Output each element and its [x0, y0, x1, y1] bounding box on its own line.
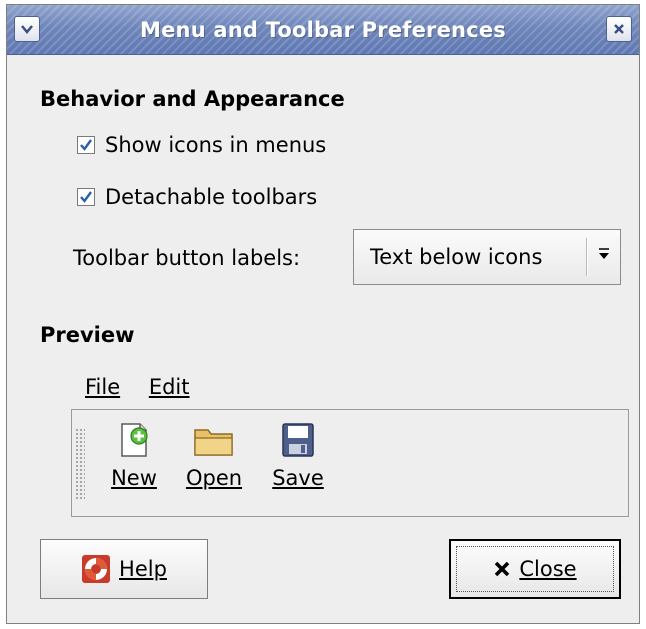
focus-ring — [456, 546, 614, 592]
preview-heading: Preview — [40, 323, 135, 347]
window-close-button[interactable] — [606, 16, 632, 42]
menu-file[interactable]: File — [85, 375, 120, 399]
new-document-icon — [121, 423, 148, 457]
check-icon — [80, 139, 92, 151]
show-icons-label: Show icons in menus — [105, 133, 327, 157]
preview-toolbar: New Open Save — [71, 409, 629, 517]
behavior-heading: Behavior and Appearance — [40, 87, 345, 111]
tool-open-label: Open — [185, 466, 243, 490]
open-folder-icon — [194, 429, 233, 456]
menu-edit[interactable]: Edit — [149, 375, 190, 399]
toolbar-labels-value: Text below icons — [370, 245, 543, 269]
toolbar-labels-combo[interactable]: Text below icons — [353, 229, 621, 285]
preferences-dialog: Menu and Toolbar Preferences Behavior an… — [6, 4, 640, 624]
floppy-disk-icon — [282, 423, 314, 457]
show-icons-checkbox[interactable] — [77, 136, 95, 154]
titlebar[interactable]: Menu and Toolbar Preferences — [7, 5, 639, 55]
tool-save[interactable]: Save — [268, 420, 328, 490]
detachable-label: Detachable toolbars — [105, 185, 318, 209]
toolbar-labels-label: Toolbar button labels: — [73, 246, 301, 270]
close-icon — [614, 24, 624, 34]
combo-arrow-icon[interactable] — [597, 246, 611, 266]
combo-separator — [586, 238, 588, 276]
close-button[interactable]: Close — [449, 539, 621, 599]
show-icons-checkbox-row[interactable]: Show icons in menus — [77, 133, 326, 157]
tool-new[interactable]: New — [106, 420, 162, 490]
help-lifebuoy-icon — [82, 555, 111, 583]
help-label: Help — [119, 557, 167, 581]
preview-menubar: File Edit — [85, 375, 212, 399]
check-icon — [80, 191, 92, 203]
detachable-checkbox-row[interactable]: Detachable toolbars — [77, 185, 317, 209]
tool-save-label: Save — [272, 466, 324, 490]
help-button[interactable]: Help — [40, 539, 208, 599]
toolbar-grip[interactable] — [75, 428, 85, 500]
detachable-checkbox[interactable] — [77, 188, 95, 206]
tool-new-label: New — [111, 466, 157, 490]
window-title: Menu and Toolbar Preferences — [140, 18, 506, 42]
tool-open[interactable]: Open — [184, 420, 244, 490]
